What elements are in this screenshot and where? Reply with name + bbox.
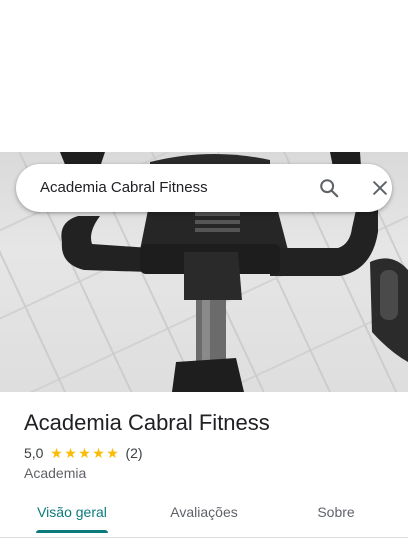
star-icon: ★ (106, 445, 119, 461)
review-count[interactable]: (2) (125, 445, 142, 461)
star-icon: ★ (64, 445, 77, 461)
rating-value: 5,0 (24, 445, 44, 461)
place-category: Academia (24, 465, 87, 481)
tab-overview[interactable]: Visão geral (37, 504, 107, 520)
search-bar[interactable]: Academia Cabral Fitness (16, 164, 392, 212)
tab-reviews[interactable]: Avaliações (170, 504, 237, 520)
active-tab-indicator (36, 530, 108, 533)
blank-area (0, 0, 408, 152)
tabs-divider (0, 537, 408, 538)
search-input[interactable]: Academia Cabral Fitness (40, 179, 208, 196)
rating-row[interactable]: 5,0 ★ ★ ★ ★ ★ (2) (24, 444, 143, 462)
star-icon: ★ (78, 445, 91, 461)
tab-bar: Visão geral Avaliações Sobre (0, 490, 408, 538)
star-icon: ★ (92, 445, 105, 461)
star-icon: ★ (50, 445, 63, 461)
place-title: Academia Cabral Fitness (24, 410, 270, 435)
star-rating: ★ ★ ★ ★ ★ (49, 446, 119, 460)
search-icon[interactable] (318, 177, 340, 199)
close-icon[interactable] (370, 178, 390, 198)
tab-about[interactable]: Sobre (317, 504, 354, 520)
